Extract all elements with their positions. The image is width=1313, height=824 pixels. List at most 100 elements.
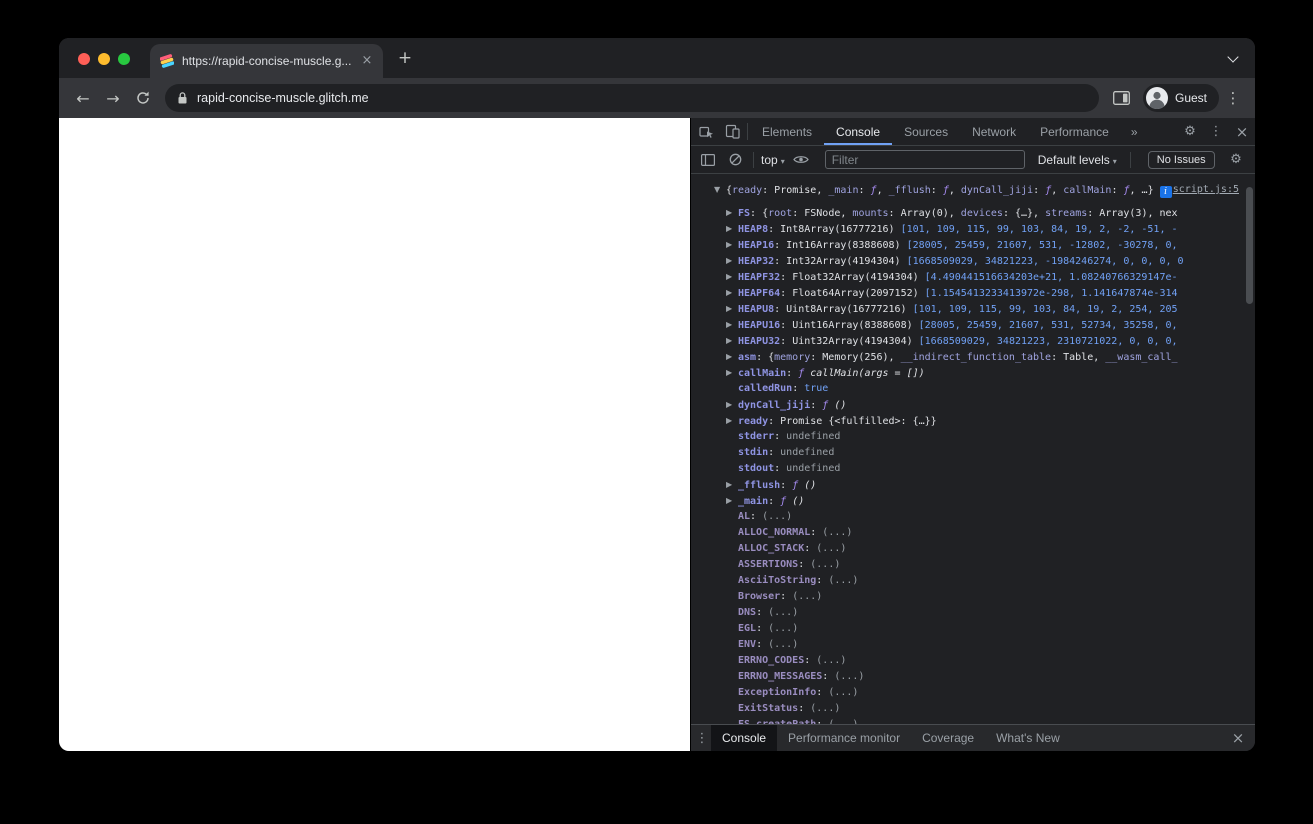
expand-triangle-icon[interactable]: ▶: [726, 237, 738, 253]
expand-triangle-icon[interactable]: ▶: [726, 413, 738, 429]
console-scrollbar-thumb[interactable]: [1246, 187, 1253, 304]
console-token: ,: [1051, 185, 1064, 196]
reload-button[interactable]: [129, 84, 157, 112]
console-row[interactable]: ▶ HEAP32: Int32Array(4194304) [1668509029…: [691, 253, 1243, 269]
console-row[interactable]: ▶ HEAPF32: Float32Array(4194304) [4.49044…: [691, 269, 1243, 285]
drawer-tab-console[interactable]: Console: [711, 725, 778, 751]
browser-toolbar: ← → rapid-concise-muscle.glitch.me Guest…: [59, 78, 1255, 118]
log-levels-dropdown[interactable]: Default levels ▾: [1038, 153, 1117, 167]
devtools-tab-network[interactable]: Network: [960, 118, 1028, 145]
console-token[interactable]: (...): [768, 639, 798, 650]
console-token[interactable]: (...): [816, 543, 846, 554]
collapse-triangle-icon[interactable]: ▼: [714, 182, 726, 198]
console-token[interactable]: (...): [792, 591, 822, 602]
back-button[interactable]: ←: [69, 84, 97, 112]
console-token: undefined: [780, 447, 835, 458]
expand-triangle-icon[interactable]: ▶: [726, 221, 738, 237]
devtools-tab-sources[interactable]: Sources: [892, 118, 960, 145]
console-token[interactable]: (...): [828, 687, 858, 698]
drawer-menu-icon[interactable]: ⋮: [693, 731, 711, 746]
devtools-tab-console[interactable]: Console: [824, 118, 892, 145]
devtools-tab-elements[interactable]: Elements: [750, 118, 824, 145]
expand-triangle-icon[interactable]: ▶: [726, 317, 738, 333]
console-token: calledRun: [738, 383, 793, 394]
expand-triangle-icon[interactable]: ▶: [726, 205, 738, 221]
console-row[interactable]: ▶ FS: {root: FSNode, mounts: Array(0), de…: [691, 205, 1243, 221]
live-expression-eye-icon[interactable]: [790, 150, 812, 170]
console-row[interactable]: ▶ callMain: ƒ callMain(args = []): [691, 365, 1243, 381]
clear-console-icon[interactable]: [724, 150, 746, 170]
console-row[interactable]: ▶ HEAPF64: Float64Array(2097152) [1.15454…: [691, 285, 1243, 301]
console-token: AL: [738, 511, 751, 522]
expand-triangle-icon[interactable]: ▶: [726, 285, 738, 301]
tab-search-chevron-icon[interactable]: [1227, 51, 1239, 63]
expand-triangle-icon[interactable]: ▶: [726, 397, 738, 413]
new-tab-button[interactable]: +: [393, 46, 417, 70]
console-token[interactable]: (...): [816, 655, 846, 666]
expand-triangle-icon[interactable]: ▶: [726, 349, 738, 365]
console-row[interactable]: ▶ HEAP16: Int16Array(8388608) [28005, 254…: [691, 237, 1243, 253]
console-sidebar-icon[interactable]: [697, 150, 719, 170]
console-token[interactable]: (...): [768, 623, 798, 634]
expand-triangle-icon[interactable]: ▶: [726, 269, 738, 285]
browser-tab[interactable]: https://rapid-concise-muscle.g... ×: [150, 44, 383, 78]
lock-icon[interactable]: [177, 91, 188, 105]
context-selector[interactable]: top ▾: [761, 153, 785, 167]
console-row[interactable]: ▶ ready: Promise {<fulfilled>: {…}}: [691, 413, 1243, 429]
profile-button[interactable]: Guest: [1142, 84, 1219, 112]
console-token[interactable]: (...): [828, 575, 858, 586]
console-token[interactable]: (...): [810, 703, 840, 714]
drawer-tab-coverage[interactable]: Coverage: [911, 725, 985, 751]
expand-triangle-icon[interactable]: ▶: [726, 493, 738, 509]
console-token: _fflush: [888, 185, 931, 196]
console-row[interactable]: ▶ HEAPU8: Uint8Array(16777216) [101, 109,…: [691, 301, 1243, 317]
console-row[interactable]: ▶ HEAP8: Int8Array(16777216) [101, 109, 1…: [691, 221, 1243, 237]
devtools-tab-performance[interactable]: Performance: [1028, 118, 1121, 145]
console-row[interactable]: ▶ HEAPU32: Uint32Array(4194304) [16685090…: [691, 333, 1243, 349]
console-token[interactable]: (...): [768, 607, 798, 618]
side-panel-icon[interactable]: [1107, 84, 1137, 112]
drawer-close-icon[interactable]: ×: [1227, 729, 1249, 747]
device-toolbar-icon[interactable]: [719, 118, 745, 145]
console-token: __wasm_call_: [1105, 352, 1178, 363]
no-issues-badge[interactable]: No Issues: [1147, 150, 1215, 169]
devtools-close-icon[interactable]: ×: [1229, 123, 1255, 141]
more-tabs-icon[interactable]: »: [1121, 118, 1148, 145]
traffic-light-zoom[interactable]: [118, 53, 130, 65]
console-row[interactable]: ▶ asm: {memory: Memory(256), __indirect_f…: [691, 349, 1243, 365]
console-token[interactable]: (...): [762, 511, 792, 522]
traffic-light-minimize[interactable]: [98, 53, 110, 65]
console-token: :: [810, 527, 823, 538]
console-token[interactable]: (...): [834, 671, 864, 682]
console-row[interactable]: ▶ _fflush: ƒ (): [691, 477, 1243, 493]
console-row[interactable]: ▶ HEAPU16: Uint16Array(8388608) [28005, 2…: [691, 317, 1243, 333]
console-row[interactable]: ▶ _main: ƒ (): [691, 493, 1243, 509]
drawer-tab-whats-new[interactable]: What's New: [985, 725, 1071, 751]
filter-input[interactable]: [824, 150, 1025, 169]
console-row: stdout: undefined: [691, 461, 1243, 477]
console-token: : Promise,: [762, 185, 829, 196]
console-row[interactable]: ▼ {ready: Promise, _main: ƒ, _fflush: ƒ, …: [691, 182, 1243, 198]
console-token: :: [804, 655, 817, 666]
tab-close-icon[interactable]: ×: [359, 53, 375, 69]
devtools-settings-gear-icon[interactable]: ⚙: [1177, 124, 1203, 139]
browser-menu-icon[interactable]: ⋮: [1221, 86, 1245, 110]
drawer-tab-performance-monitor[interactable]: Performance monitor: [777, 725, 911, 751]
console-row: ExitStatus: (...): [691, 701, 1243, 717]
expand-triangle-icon[interactable]: ▶: [726, 365, 738, 381]
expand-triangle-icon[interactable]: ▶: [726, 253, 738, 269]
console-token[interactable]: (...): [822, 527, 852, 538]
traffic-light-close[interactable]: [78, 53, 90, 65]
console-row[interactable]: ▶ dynCall_jiji: ƒ (): [691, 397, 1243, 413]
address-bar[interactable]: rapid-concise-muscle.glitch.me: [165, 84, 1099, 112]
forward-button[interactable]: →: [99, 84, 127, 112]
console-token[interactable]: (...): [828, 719, 858, 724]
console-settings-gear-icon[interactable]: ⚙: [1223, 152, 1249, 167]
console-token[interactable]: (...): [810, 559, 840, 570]
expand-triangle-icon[interactable]: ▶: [726, 301, 738, 317]
console-source-link[interactable]: script.js:5: [1173, 182, 1239, 198]
expand-triangle-icon[interactable]: ▶: [726, 477, 738, 493]
inspect-element-icon[interactable]: [693, 118, 719, 145]
devtools-menu-icon[interactable]: ⋮: [1203, 124, 1229, 139]
expand-triangle-icon[interactable]: ▶: [726, 333, 738, 349]
